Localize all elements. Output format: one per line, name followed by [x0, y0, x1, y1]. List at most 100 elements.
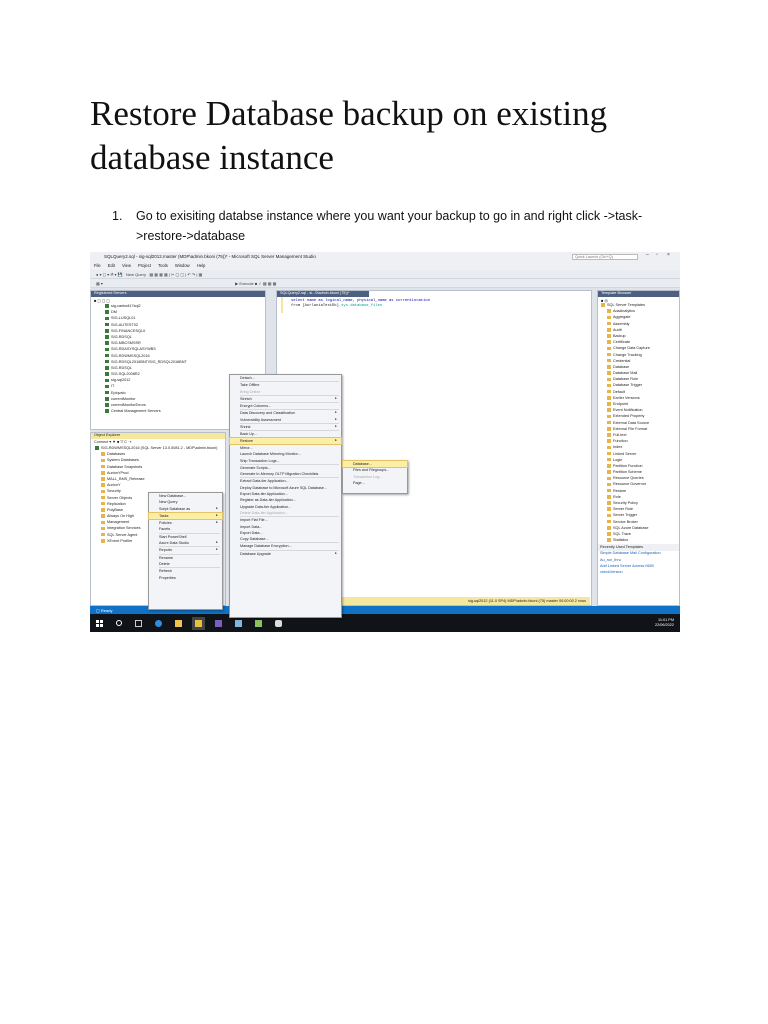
toolbar-standard: ● ▾ ◻ ▾ 🗎 ▾ 💾 New Query ▦ ▦ ▦ ▦ | ✂ ▢ ▢ …	[90, 270, 680, 279]
folder-icon	[105, 390, 109, 395]
menu-item[interactable]: Stretch ▸	[230, 396, 341, 402]
connect-button[interactable]: Connect ▾	[94, 440, 111, 444]
menu-item[interactable]: Delete	[149, 561, 222, 567]
chevron-right-icon: ▸	[216, 512, 218, 517]
ssms-icon[interactable]	[192, 616, 205, 630]
folder-icon	[101, 501, 105, 506]
menu-tools[interactable]: Tools	[158, 263, 168, 269]
menu-item[interactable]: Tasks ▸	[148, 511, 223, 521]
server-node-label: SIG-RDWMSSQL2016 (SQL Server 13.0.5081.2…	[101, 446, 218, 450]
app-icon-2[interactable]	[235, 619, 242, 627]
tree-item-label: Security	[107, 489, 121, 494]
menu-item-label: Transaction Log...	[353, 474, 383, 479]
menu-item[interactable]: Bring Online	[230, 389, 341, 395]
menu-item-label: Database...	[353, 462, 372, 466]
new-query-button[interactable]: New Query	[126, 272, 146, 277]
menu-item-label: Detach...	[240, 376, 255, 380]
menu-help[interactable]: Help	[197, 263, 206, 269]
menu-item[interactable]: Generate In-Memory OLTP Migration Checkl…	[230, 471, 341, 477]
close-icon[interactable]: ×	[667, 253, 670, 258]
app-icon-3[interactable]	[275, 619, 282, 627]
clock[interactable]: 11:01 PM 22/06/2022	[655, 618, 680, 628]
menu-item-label: Refresh	[159, 569, 172, 574]
folder-icon	[607, 402, 611, 406]
folder-icon	[105, 310, 109, 314]
menu-item[interactable]: Properties	[149, 575, 222, 581]
quick-launch-input[interactable]: Quick Launch (Ctrl+Q)	[572, 254, 638, 260]
menu-item[interactable]: Copy Database...	[230, 536, 341, 542]
tree-item-label: Database Mail	[613, 371, 638, 376]
folder-icon	[105, 409, 109, 413]
minimize-icon[interactable]: –	[646, 253, 649, 258]
tree-item-label: Central Management Servers	[111, 409, 161, 414]
tree-item-label: Earlier Versions	[613, 395, 640, 400]
menu-item[interactable]: Script Database as ▸	[149, 506, 222, 512]
folder-icon	[105, 329, 109, 333]
tree-item-label: currentMonitorErrors	[111, 403, 146, 407]
menu-item[interactable]: Detach...	[230, 375, 341, 381]
folder-icon	[607, 513, 611, 518]
menu-item-label: Shrink	[240, 425, 251, 430]
execute-button[interactable]: Execute	[239, 281, 253, 286]
folder-icon	[607, 396, 611, 400]
app-icon[interactable]	[215, 619, 222, 627]
tree-item-label: Database	[613, 364, 630, 369]
folder-icon	[607, 538, 611, 542]
tree-item-label: Server Objects	[107, 495, 133, 500]
chevron-right-icon: ▸	[335, 395, 337, 400]
folder-icon	[607, 433, 611, 437]
recent-template[interactable]: checkVersion	[600, 570, 679, 576]
notepad-icon[interactable]	[255, 619, 262, 627]
chevron-right-icon: ▸	[335, 424, 337, 429]
tasks-submenu: Detach... Take Offline Bring Online Stretch…	[229, 374, 342, 618]
menu-item-label: Files and Filegroups...	[353, 468, 390, 473]
menu-edit[interactable]: Edit	[108, 263, 115, 269]
tree-item-label: Credential	[613, 358, 631, 363]
tree-item-label: Audit	[613, 327, 622, 332]
menu-project[interactable]: Project	[138, 263, 151, 269]
tree-item-label: Database Trigger	[613, 383, 643, 388]
menu-item-label: Database Upgrade	[240, 551, 271, 556]
menu-item[interactable]: Facets	[149, 526, 222, 532]
menu-item[interactable]: Restore ▸	[229, 436, 342, 446]
folder-icon	[607, 501, 611, 505]
menu-item-label: Delete Data-tier Application...	[240, 510, 288, 515]
tree-item-label: External File Format	[613, 426, 648, 431]
menu-item[interactable]: Page...	[343, 480, 407, 486]
folder-icon	[105, 403, 109, 407]
search-icon[interactable]	[116, 620, 122, 626]
menu-window[interactable]: Window	[175, 263, 190, 269]
menu-item[interactable]: Delete Data-tier Application...	[230, 510, 341, 516]
edge-icon[interactable]	[155, 619, 162, 627]
menu-item-label: Reports	[159, 548, 172, 553]
status-ready: Ready	[100, 608, 113, 613]
menu-item[interactable]: Manage Database Encryption...	[230, 543, 341, 549]
explorer-icon[interactable]	[175, 619, 182, 627]
folder-icon	[105, 304, 109, 308]
tree-item-label: AurionY	[107, 483, 121, 488]
task-view-icon[interactable]	[135, 619, 142, 627]
menu-item[interactable]: Ship Transaction Logs...	[230, 458, 341, 464]
menu-item-label: Policies	[159, 521, 172, 526]
menu-item[interactable]: Azure Data Studio ▸	[149, 540, 222, 546]
maximize-icon[interactable]: ▫	[656, 253, 658, 258]
chevron-right-icon: ▸	[335, 416, 337, 421]
menu-item-label: Vulnerability Assessment	[240, 417, 281, 422]
menu-item[interactable]: Encrypt Columns...	[230, 403, 341, 409]
tree-item-label: Change Data Capture	[613, 346, 650, 351]
menu-item[interactable]: Reports ▸	[149, 547, 222, 553]
menu-item-label: Upgrade Data-tier Application...	[240, 504, 292, 509]
folder-icon	[105, 341, 109, 345]
folder-icon	[101, 508, 105, 512]
chevron-right-icon: ▸	[216, 505, 218, 510]
folder-icon	[101, 483, 105, 487]
folder-icon	[105, 316, 109, 321]
menu-item[interactable]: Vulnerability Assessment ▸	[230, 417, 341, 423]
menu-file[interactable]: File	[94, 263, 101, 269]
tree-item-label: Aggregate	[613, 315, 631, 320]
tree-item-label: Management	[107, 520, 130, 525]
menu-view[interactable]: View	[122, 263, 131, 269]
start-icon[interactable]	[96, 619, 103, 627]
menu-item[interactable]: Shrink ▸	[230, 424, 341, 430]
menu-item[interactable]: Database Upgrade ▸	[230, 551, 341, 557]
